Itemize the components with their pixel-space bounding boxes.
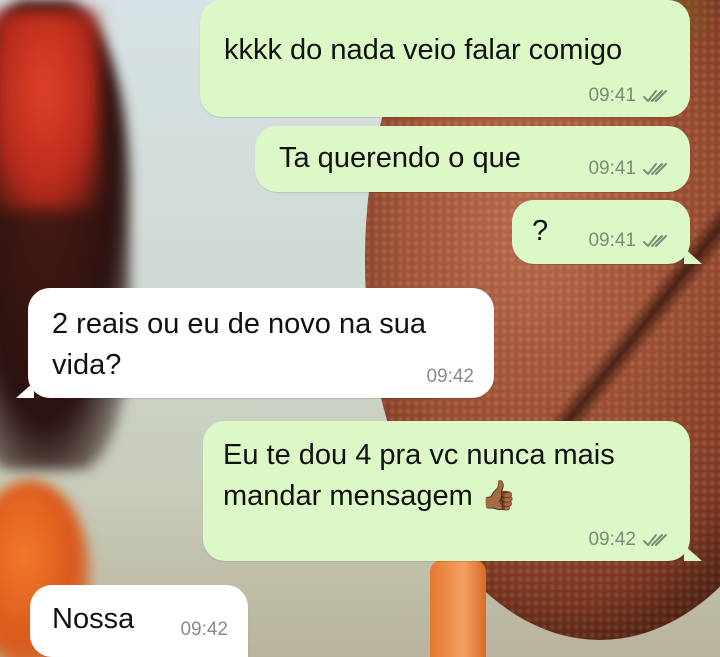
double-check-icon bbox=[643, 235, 667, 248]
message-bubble-incoming[interactable]: Nossa 09:42 bbox=[30, 585, 248, 657]
thumbs-up-emoji: 👍🏾 bbox=[480, 480, 518, 512]
bubble-tail bbox=[16, 382, 34, 398]
bubble-tail bbox=[684, 545, 702, 561]
message-text: kkkk do nada veio falar comigo bbox=[224, 34, 623, 66]
message-meta: 09:41 bbox=[588, 158, 670, 180]
message-meta: 09:42 bbox=[426, 366, 474, 388]
message-bubble-outgoing[interactable]: kkkk do nada veio falar comigo 09:41 bbox=[200, 0, 690, 117]
wallpaper-cone bbox=[430, 560, 486, 657]
wallpaper-figure-red bbox=[0, 10, 100, 210]
message-meta: 09:42 bbox=[180, 619, 228, 641]
message-time: 09:41 bbox=[588, 85, 636, 106]
message-bubble-outgoing[interactable]: Ta querendo o que 09:41 bbox=[255, 126, 690, 192]
message-text: Eu te dou 4 pra vc nunca mais mandar men… bbox=[223, 439, 615, 512]
double-check-icon bbox=[643, 90, 667, 103]
message-meta: 09:41 bbox=[588, 85, 670, 107]
message-time: 09:41 bbox=[588, 158, 636, 179]
message-time: 09:42 bbox=[588, 529, 636, 550]
message-time: 09:41 bbox=[588, 230, 636, 251]
bubble-tail bbox=[684, 248, 702, 264]
message-meta: 09:42 bbox=[588, 529, 670, 551]
message-bubble-incoming[interactable]: 2 reais ou eu de novo na sua vida? 09:42 bbox=[16, 288, 494, 398]
message-meta: 09:41 bbox=[588, 230, 670, 252]
message-time: 09:42 bbox=[426, 366, 474, 387]
message-text: 2 reais ou eu de novo na sua vida? bbox=[52, 308, 427, 381]
message-time: 09:42 bbox=[180, 619, 228, 640]
double-check-icon bbox=[643, 163, 667, 176]
message-bubble-outgoing[interactable]: ? 09:41 bbox=[512, 200, 702, 264]
double-check-icon bbox=[643, 534, 667, 547]
message-bubble-outgoing[interactable]: Eu te dou 4 pra vc nunca mais mandar men… bbox=[203, 421, 702, 561]
